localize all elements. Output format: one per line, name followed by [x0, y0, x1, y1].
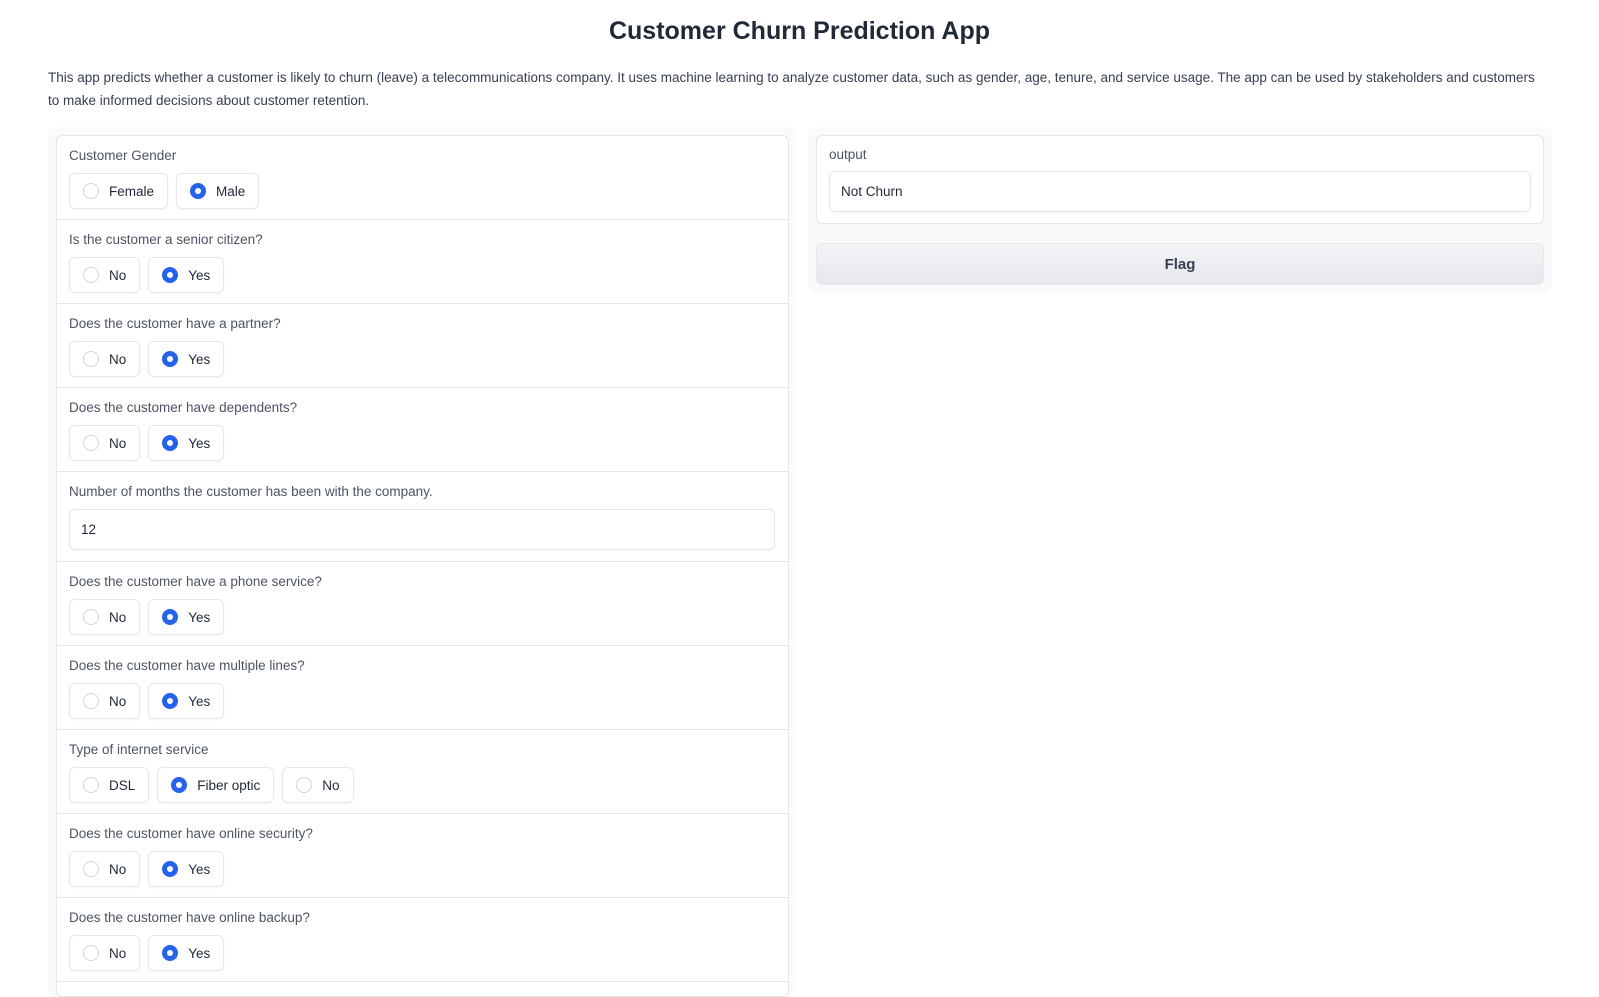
radio-option-label: No — [322, 777, 340, 793]
radio-option[interactable]: Female — [69, 173, 169, 209]
radio-icon — [83, 609, 99, 625]
radio-option-label: Female — [109, 183, 155, 199]
radio-option[interactable]: No — [69, 425, 141, 461]
field-label: Does the customer have a phone service? — [69, 574, 322, 589]
radio-icon — [83, 693, 99, 709]
field-label: Does the customer have dependents? — [69, 400, 298, 415]
radio-icon — [171, 777, 188, 793]
radio-option-label: No — [109, 693, 127, 709]
radio-option-label: No — [109, 861, 127, 877]
radio-option[interactable]: No — [69, 935, 141, 971]
radio-icon — [83, 351, 99, 367]
output-textbox[interactable]: Not Churn — [829, 171, 1531, 212]
input-panel: Customer Gender Female Male Is the custo… — [48, 127, 795, 997]
radio-option-label: Fiber optic — [197, 777, 261, 793]
radio-group: DSL Fiber optic No — [69, 767, 776, 803]
radio-option[interactable]: No — [69, 599, 141, 635]
radio-option[interactable]: Yes — [148, 599, 225, 635]
radio-group: No Yes — [69, 257, 776, 293]
field-label: Is the customer a senior citizen? — [69, 232, 263, 247]
field-label: Type of internet service — [69, 742, 209, 757]
radio-option[interactable]: Yes — [148, 851, 225, 887]
radio-option[interactable]: Yes — [148, 935, 225, 971]
radio-icon — [83, 861, 99, 877]
input-form: Customer Gender Female Male Is the custo… — [56, 135, 789, 997]
field-label: Number of months the customer has been w… — [69, 484, 433, 499]
radio-option-label: Yes — [188, 945, 211, 961]
radio-option[interactable]: No — [69, 341, 141, 377]
radio-option-label: No — [109, 351, 127, 367]
radio-option[interactable]: DSL — [69, 767, 150, 803]
radio-icon — [83, 945, 99, 961]
app-description: This app predicts whether a customer is … — [48, 70, 1535, 108]
page-title: Customer Churn Prediction App — [608, 17, 991, 45]
flag-button[interactable]: Flag — [816, 243, 1544, 285]
field-online-backup: Does the customer have online backup? No… — [57, 898, 788, 982]
field-dependents: Does the customer have dependents? No Ye… — [57, 388, 788, 472]
radio-option[interactable]: No — [69, 851, 141, 887]
field-multiple-lines: Does the customer have multiple lines? N… — [57, 646, 788, 730]
radio-icon — [162, 435, 179, 451]
field-tenure: Number of months the customer has been w… — [57, 472, 788, 562]
radio-group: No Yes — [69, 425, 776, 461]
tenure-input[interactable]: 12 — [69, 509, 775, 550]
field-label: Does the customer have multiple lines? — [69, 658, 305, 673]
radio-icon — [162, 351, 179, 367]
field-gender: Customer Gender Female Male — [57, 136, 788, 220]
radio-icon — [162, 609, 179, 625]
radio-option-label: DSL — [109, 777, 136, 793]
radio-option-label: No — [109, 267, 127, 283]
radio-option[interactable]: Yes — [148, 341, 225, 377]
radio-option-label: Yes — [188, 267, 211, 283]
radio-option-label: No — [109, 435, 127, 451]
radio-option-label: Male — [216, 183, 246, 199]
radio-option[interactable]: Male — [176, 173, 260, 209]
radio-icon — [83, 267, 99, 283]
radio-option[interactable]: No — [282, 767, 354, 803]
field-label: Does the customer have a partner? — [69, 316, 281, 331]
radio-icon — [296, 777, 313, 793]
radio-group: No Yes — [69, 851, 776, 887]
radio-group: No Yes — [69, 599, 776, 635]
field-partner: Does the customer have a partner? No Yes — [57, 304, 788, 388]
radio-option-label: Yes — [188, 861, 211, 877]
output-panel: output Not Churn Flag — [808, 127, 1552, 293]
radio-option[interactable]: Fiber optic — [157, 767, 275, 803]
output-label: output — [829, 147, 867, 162]
radio-option[interactable]: No — [69, 257, 141, 293]
field-label: Customer Gender — [69, 148, 177, 163]
field-online-security: Does the customer have online security? … — [57, 814, 788, 898]
radio-option[interactable]: Yes — [148, 425, 225, 461]
radio-icon — [162, 267, 179, 283]
radio-option-label: Yes — [188, 351, 211, 367]
field-phone-service: Does the customer have a phone service? … — [57, 562, 788, 646]
output-card: output Not Churn — [816, 135, 1544, 224]
radio-option-label: Yes — [188, 609, 211, 625]
radio-icon — [190, 183, 207, 199]
radio-group: No Yes — [69, 935, 776, 971]
radio-option-label: Yes — [188, 693, 211, 709]
radio-option-label: No — [109, 609, 127, 625]
radio-group: No Yes — [69, 341, 776, 377]
radio-icon — [83, 777, 99, 793]
radio-option-label: Yes — [188, 435, 211, 451]
field-label: Does the customer have online backup? — [69, 910, 310, 925]
radio-option[interactable]: Yes — [148, 683, 225, 719]
field-internet-service: Type of internet service DSL Fiber optic… — [57, 730, 788, 814]
radio-icon — [162, 693, 179, 709]
radio-icon — [83, 435, 99, 451]
radio-icon — [162, 861, 179, 877]
radio-option-label: No — [109, 945, 127, 961]
radio-group: No Yes — [69, 683, 776, 719]
radio-icon — [162, 945, 179, 961]
radio-group: Female Male — [69, 173, 776, 209]
radio-option[interactable]: Yes — [148, 257, 225, 293]
radio-option[interactable]: No — [69, 683, 141, 719]
field-label: Does the customer have online security? — [69, 826, 313, 841]
field-senior-citizen: Is the customer a senior citizen? No Yes — [57, 220, 788, 304]
radio-icon — [83, 183, 99, 199]
